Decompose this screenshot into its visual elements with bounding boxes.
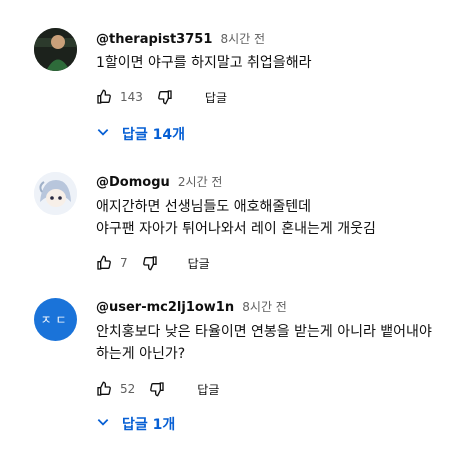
avatar[interactable]: ㅈㄷ [34, 298, 77, 341]
author-name[interactable]: @Domogu [96, 175, 170, 190]
comment-line: 하는게 아닌가? [96, 346, 186, 362]
comment-time[interactable]: 2시간 전 [178, 175, 223, 189]
replies-count-label: 답글 1개 [122, 417, 176, 433]
comment-line: 야구팬 자아가 튀어나와서 레이 혼내는게 개웃김 [96, 221, 376, 237]
like-count: 143 [120, 90, 143, 104]
avatar[interactable] [34, 28, 77, 71]
reply-button[interactable]: 답글 [188, 255, 210, 272]
comment-line: 1할이면 야구를 하지말고 취업을해라 [96, 55, 312, 71]
comment-header: @Domogu 2시간 전 [96, 173, 222, 190]
avatar[interactable] [34, 172, 77, 215]
replies-count-label: 답글 14개 [122, 127, 185, 143]
view-replies-button[interactable]: 답글 14개 [96, 121, 185, 147]
comment-text: 애지간하면 선생님들도 애호해줄텐데 야구팬 자아가 튀어나와서 레이 혼내는게… [96, 196, 466, 240]
comment-line: 안치홍보다 낮은 타율이면 연봉을 받는게 아니라 뱉어내야 [96, 324, 432, 340]
comment-text: 1할이면 야구를 하지말고 취업을해라 [96, 52, 466, 74]
chevron-down-icon [96, 125, 110, 143]
comment-actions: 143 답글 [96, 86, 227, 108]
thumbs-down-icon[interactable] [157, 89, 173, 105]
thumbs-up-icon[interactable] [96, 255, 112, 271]
reply-button[interactable]: 답글 [197, 381, 219, 398]
like-count: 52 [120, 382, 136, 396]
view-replies-button[interactable]: 답글 1개 [96, 411, 175, 437]
thumbs-down-icon[interactable] [142, 255, 158, 271]
thumbs-up-icon[interactable] [96, 89, 112, 105]
comment-line: 애지간하면 선생님들도 애호해줄텐데 [96, 199, 311, 215]
comment-actions: 7 답글 [96, 252, 210, 274]
comment-header: @therapist3751 8시간 전 [96, 30, 265, 47]
comment-text: 안치홍보다 낮은 타율이면 연봉을 받는게 아니라 뱉어내야 하는게 아닌가? [96, 321, 466, 365]
avatar-initials: ㅈㄷ [40, 313, 71, 327]
comment-time[interactable]: 8시간 전 [242, 300, 287, 314]
like-count: 7 [120, 256, 128, 270]
comment-header: @user-mc2lj1ow1n 8시간 전 [96, 298, 287, 315]
chevron-down-icon [96, 415, 110, 433]
thumbs-down-icon[interactable] [149, 381, 165, 397]
author-name[interactable]: @user-mc2lj1ow1n [96, 300, 234, 315]
reply-button[interactable]: 답글 [205, 89, 227, 106]
comment-time[interactable]: 8시간 전 [221, 32, 266, 46]
thumbs-up-icon[interactable] [96, 381, 112, 397]
author-name[interactable]: @therapist3751 [96, 32, 212, 47]
comment-actions: 52 답글 [96, 378, 219, 400]
